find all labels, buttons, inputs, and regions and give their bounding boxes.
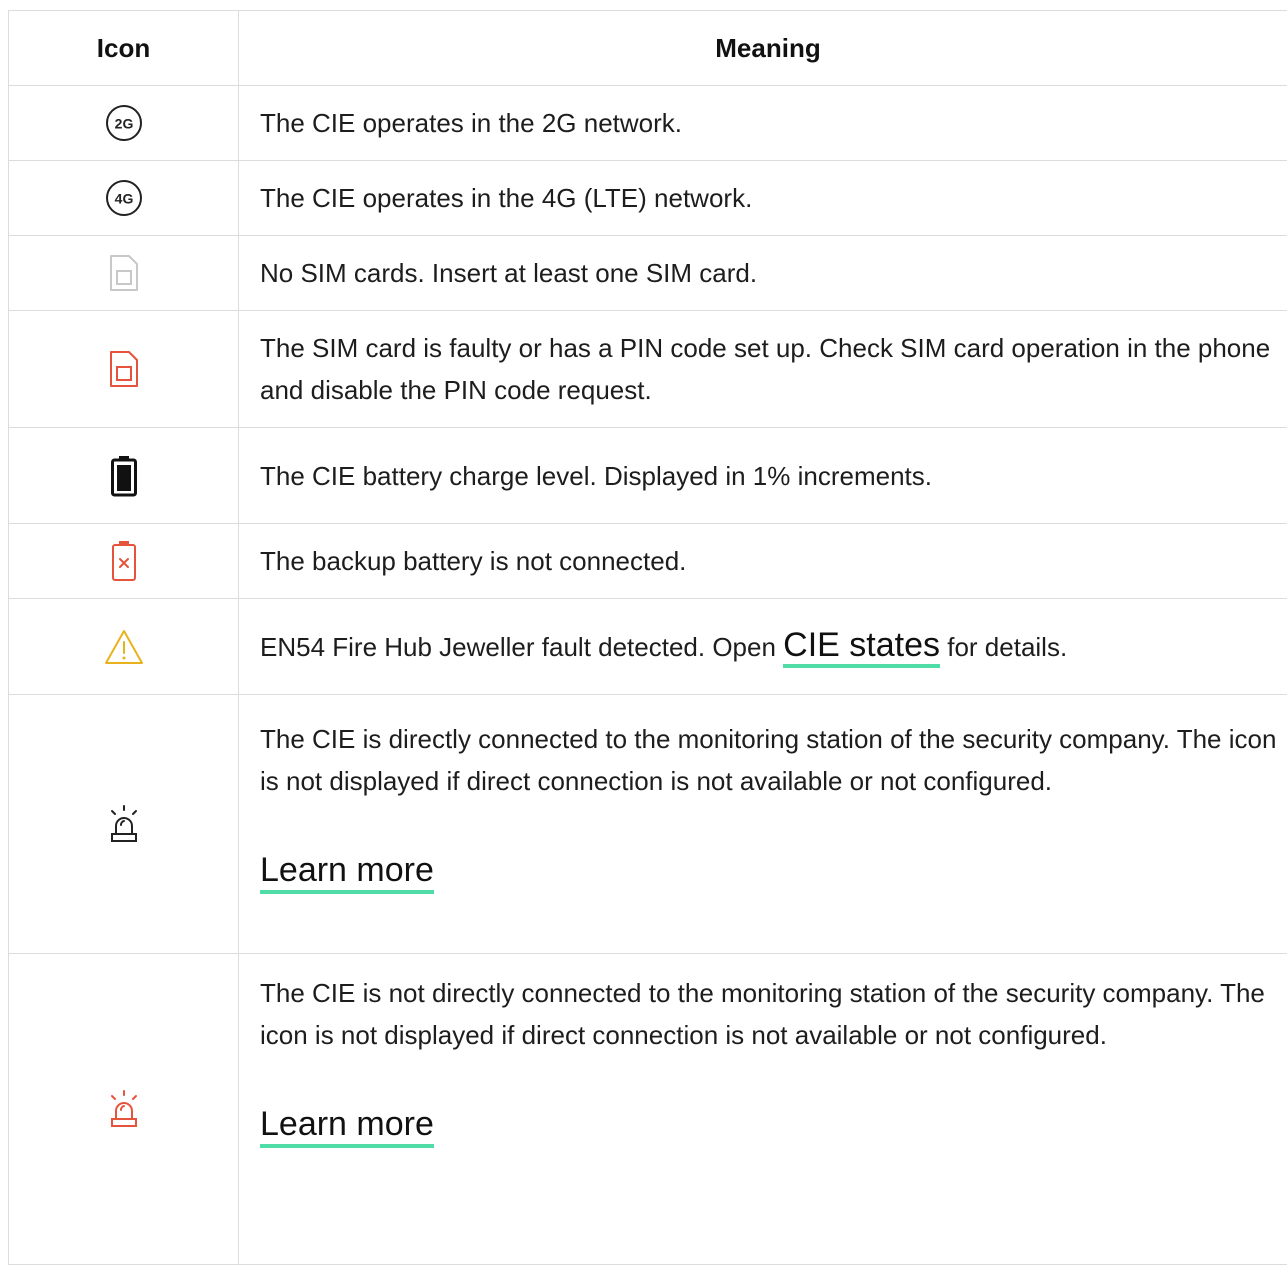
table-row: The CIE is not directly connected to the… (9, 954, 1287, 1265)
2g-icon: 2G (105, 104, 143, 142)
4g-icon: 4G (105, 179, 143, 217)
cie-states-link[interactable]: CIE states (783, 626, 940, 668)
no-sim-icon (108, 253, 140, 293)
siren-red-icon (107, 1089, 141, 1129)
row-text: The SIM card is faulty or has a PIN code… (239, 311, 1287, 428)
table-row: The CIE is directly connected to the mon… (9, 695, 1287, 954)
table-row: The SIM card is faulty or has a PIN code… (9, 311, 1287, 428)
row-text: The backup battery is not connected. (239, 524, 1287, 599)
table-header-row: Icon Meaning (9, 11, 1287, 86)
table-row: EN54 Fire Hub Jeweller fault detected. O… (9, 599, 1287, 695)
row-text-after: for details. (940, 632, 1067, 662)
table-row: 2G The CIE operates in the 2G network. (9, 86, 1287, 161)
4g-label: 4G (114, 191, 133, 207)
warning-icon (103, 628, 145, 666)
learn-more-link[interactable]: Learn more (260, 850, 434, 894)
row-text: EN54 Fire Hub Jeweller fault detected. O… (260, 632, 783, 662)
header-icon: Icon (9, 11, 239, 86)
row-text: The CIE operates in the 2G network. (239, 86, 1287, 161)
table-row: No SIM cards. Insert at least one SIM ca… (9, 236, 1287, 311)
learn-more-link[interactable]: Learn more (260, 1104, 434, 1148)
row-text: The CIE operates in the 4G (LTE) network… (239, 161, 1287, 236)
row-text: The CIE battery charge level. Displayed … (239, 428, 1287, 524)
row-text: No SIM cards. Insert at least one SIM ca… (239, 236, 1287, 311)
siren-icon (107, 804, 141, 844)
battery-not-connected-icon (110, 540, 138, 582)
table-row: The CIE battery charge level. Displayed … (9, 428, 1287, 524)
icons-meaning-table: Icon Meaning 2G The CIE operates in the … (8, 10, 1287, 1265)
table-row: The backup battery is not connected. (9, 524, 1287, 599)
table-row: 4G The CIE operates in the 4G (LTE) netw… (9, 161, 1287, 236)
row-text: The CIE is directly connected to the mon… (260, 718, 1277, 802)
battery-icon (110, 455, 138, 497)
sim-fault-icon (108, 349, 140, 389)
2g-label: 2G (114, 116, 133, 132)
header-meaning: Meaning (239, 11, 1287, 86)
row-text: The CIE is not directly connected to the… (260, 972, 1277, 1056)
